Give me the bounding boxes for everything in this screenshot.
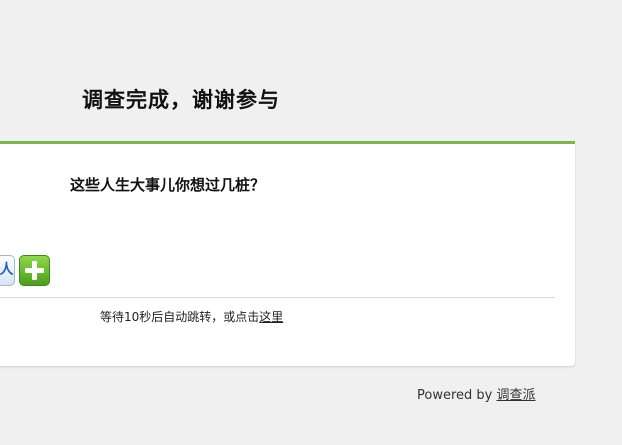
- add-share-icon[interactable]: [19, 255, 50, 286]
- redirect-message: 等待10秒后自动跳转，或点击这里: [100, 308, 283, 325]
- redirect-link[interactable]: 这里: [259, 310, 283, 324]
- survey-title: 这些人生大事儿你想过几桩？: [70, 176, 266, 194]
- result-card: 这些人生大事儿你想过几桩？ 人 等待10秒后自动跳转，或点击这里: [0, 141, 575, 366]
- powered-by-text: Powered by: [417, 388, 497, 403]
- plus-icon: [25, 261, 44, 280]
- renren-glyph: 人: [0, 262, 14, 278]
- renren-share-icon[interactable]: 人: [0, 255, 15, 286]
- divider: [0, 297, 555, 298]
- redirect-text: 等待10秒后自动跳转，或点击: [100, 310, 260, 324]
- brand-link[interactable]: 调查派: [496, 388, 535, 403]
- footer: Powered by 调查派: [417, 384, 536, 403]
- page-title: 调查完成，谢谢参与: [82, 87, 280, 112]
